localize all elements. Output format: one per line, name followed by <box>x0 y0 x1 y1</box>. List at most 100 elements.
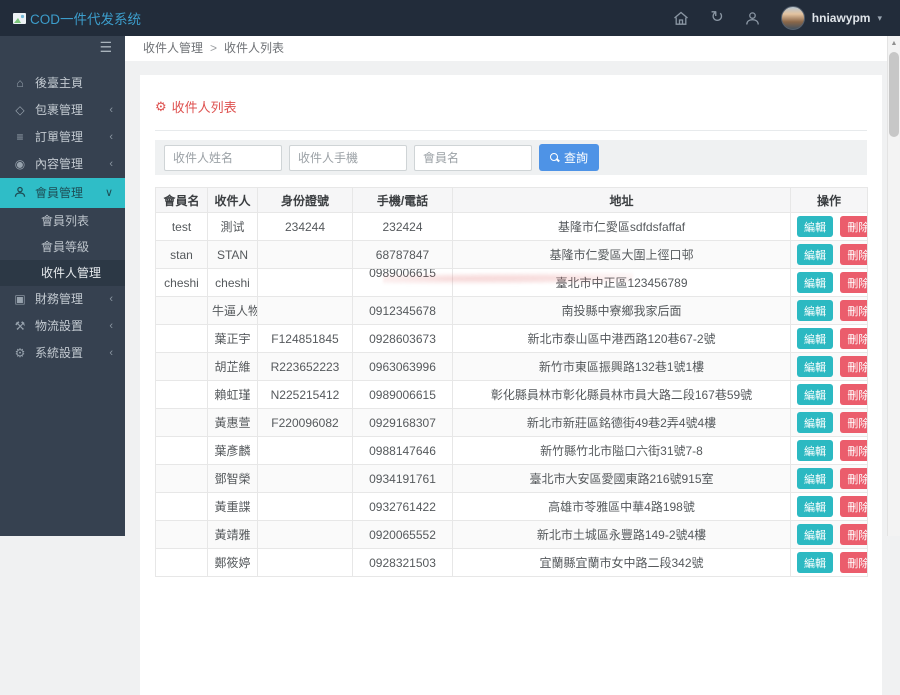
recipient-phone-input[interactable] <box>289 144 407 171</box>
hamburger-icon[interactable]: ☰ <box>99 39 112 56</box>
cell-recipient: 鄭筱婷 <box>207 548 258 577</box>
edit-button[interactable]: 編輯 <box>797 356 833 377</box>
cell-address: 基隆市仁愛區大圍上徑口邨 <box>452 240 791 269</box>
divider <box>155 130 867 131</box>
sidebar-item-orders[interactable]: ≡ 訂單管理 ‹ <box>0 124 125 151</box>
delete-button[interactable]: 刪除 <box>840 384 867 405</box>
broken-image-icon <box>13 12 26 24</box>
sidebar-item-members[interactable]: 會員管理 ∨ <box>0 178 125 208</box>
cell-member <box>155 408 208 437</box>
edit-button[interactable]: 編輯 <box>797 496 833 517</box>
delete-button[interactable]: 刪除 <box>840 412 867 433</box>
sidebar-item-logistics[interactable]: ⚒ 物流設置 ‹ <box>0 313 125 340</box>
sidebar-item-system[interactable]: ⚙ 系統設置 ‹ <box>0 340 125 367</box>
edit-button[interactable]: 編輯 <box>797 524 833 545</box>
cell-member <box>155 296 208 325</box>
main-panel: ⚙ 收件人列表 查詢 會員名 收件人 身份證號 手機/電話 地址 操作 test… <box>140 75 882 695</box>
sidebar-item-finance[interactable]: ▣ 財務管理 ‹ <box>0 286 125 313</box>
edit-button[interactable]: 編輯 <box>797 300 833 321</box>
cell-phone: 0988147646 <box>352 436 453 465</box>
sidebar-item-label: 訂單管理 <box>35 130 84 144</box>
delete-button[interactable]: 刪除 <box>840 272 867 293</box>
cell-address: 宜蘭縣宜蘭市女中路二段342號 <box>452 548 791 577</box>
sidebar-item-label: 財務管理 <box>35 292 84 306</box>
cell-phone: 0963063996 <box>352 352 453 381</box>
cell-id-number: R223652223 <box>257 352 353 381</box>
home-icon: ⌂ <box>16 76 24 90</box>
cell-recipient: 胡芷維 <box>207 352 258 381</box>
edit-button[interactable]: 編輯 <box>797 412 833 433</box>
breadcrumb-parent[interactable]: 收件人管理 <box>143 41 203 55</box>
cell-actions: 編輯 刪除 <box>790 240 868 269</box>
edit-button[interactable]: 編輯 <box>797 272 833 293</box>
cell-actions: 編輯 刪除 <box>790 212 868 241</box>
delete-button[interactable]: 刪除 <box>840 524 867 545</box>
cell-address: 高雄市苓雅區中華4路198號 <box>452 492 791 521</box>
edit-button[interactable]: 編輯 <box>797 468 833 489</box>
search-bar: 查詢 <box>155 140 867 175</box>
scroll-up-arrow-icon[interactable]: ▲ <box>888 36 900 51</box>
edit-button[interactable]: 編輯 <box>797 440 833 461</box>
delete-button[interactable]: 刪除 <box>840 300 867 321</box>
cell-actions: 編輯 刪除 <box>790 324 868 353</box>
delete-button[interactable]: 刪除 <box>840 468 867 489</box>
edit-button[interactable]: 編輯 <box>797 216 833 237</box>
edit-button[interactable]: 編輯 <box>797 384 833 405</box>
table-row: cheshi cheshi 0989006615 臺北市中正區123456789… <box>155 268 868 297</box>
delete-button[interactable]: 刪除 <box>840 496 867 517</box>
sidebar-subitem-recipient-mgmt[interactable]: 收件人管理 <box>0 260 125 286</box>
cell-id-number: N225215412 <box>257 380 353 409</box>
app-logo[interactable]: COD一件代发系统 <box>13 8 141 28</box>
cell-address: 新竹市東區振興路132巷1號1樓 <box>452 352 791 381</box>
sidebar-subitem-member-list[interactable]: 會員列表 <box>0 208 125 234</box>
cell-actions: 編輯 刪除 <box>790 436 868 465</box>
cell-address: 新竹縣竹北市隘口六街31號7-8 <box>452 436 791 465</box>
delete-button[interactable]: 刪除 <box>840 440 867 461</box>
cell-id-number <box>257 268 353 297</box>
delete-button[interactable]: 刪除 <box>840 356 867 377</box>
gear-icon: ⚙ <box>155 98 167 114</box>
cell-member <box>155 324 208 353</box>
home-icon[interactable] <box>673 11 689 26</box>
scrollbar-thumb[interactable] <box>889 52 899 137</box>
cell-member <box>155 464 208 493</box>
vertical-scrollbar[interactable]: ▲ <box>887 36 900 536</box>
recipient-table: 會員名 收件人 身份證號 手機/電話 地址 操作 test 測试 234244 … <box>155 187 868 577</box>
cell-actions: 編輯 刪除 <box>790 352 868 381</box>
recipient-name-input[interactable] <box>164 144 282 171</box>
ball-icon: ◉ <box>14 157 26 171</box>
cell-member <box>155 520 208 549</box>
table-row: 胡芷維 R223652223 0963063996 新竹市東區振興路132巷1號… <box>155 352 868 381</box>
cell-recipient: 黃重諜 <box>207 492 258 521</box>
col-address: 地址 <box>452 187 791 213</box>
member-name-input[interactable] <box>414 144 532 171</box>
edit-button[interactable]: 編輯 <box>797 552 833 573</box>
cell-actions: 編輯 刪除 <box>790 464 868 493</box>
sidebar-subitem-member-level[interactable]: 會員等級 <box>0 234 125 260</box>
refresh-icon[interactable]: ↻ <box>710 10 723 26</box>
search-button-label: 查詢 <box>564 151 589 165</box>
chevron-left-icon: ‹ <box>109 293 113 305</box>
breadcrumb-current: 收件人列表 <box>224 41 285 55</box>
delete-button[interactable]: 刪除 <box>840 216 867 237</box>
cell-actions: 編輯 刪除 <box>790 380 868 409</box>
cell-actions: 編輯 刪除 <box>790 520 868 549</box>
user-icon[interactable] <box>745 11 760 26</box>
edit-button[interactable]: 編輯 <box>797 244 833 265</box>
delete-button[interactable]: 刪除 <box>840 552 867 573</box>
search-button[interactable]: 查詢 <box>539 144 600 171</box>
cell-id-number <box>257 436 353 465</box>
delete-button[interactable]: 刪除 <box>840 244 867 265</box>
table-row: test 測试 234244 232424 基隆市仁愛區sdfdsfaffaf … <box>155 212 868 241</box>
user-menu[interactable]: hniawypm ▾ <box>780 6 882 30</box>
cell-phone: 0989006615 <box>352 268 453 297</box>
cell-recipient: 葉正宇 <box>207 324 258 353</box>
sidebar-item-packages[interactable]: ◇ 包裹管理 ‹ <box>0 97 125 124</box>
delete-button[interactable]: 刪除 <box>840 328 867 349</box>
edit-button[interactable]: 編輯 <box>797 328 833 349</box>
sidebar-item-label: 包裹管理 <box>35 103 84 117</box>
sidebar-item-content[interactable]: ◉ 內容管理 ‹ <box>0 151 125 178</box>
sidebar-item-dashboard[interactable]: ⌂ 後臺主頁 <box>0 70 125 97</box>
page-title-text: 收件人列表 <box>171 100 237 115</box>
cell-address: 彰化縣員林市彰化縣員林市員大路二段167巷59號 <box>452 380 791 409</box>
